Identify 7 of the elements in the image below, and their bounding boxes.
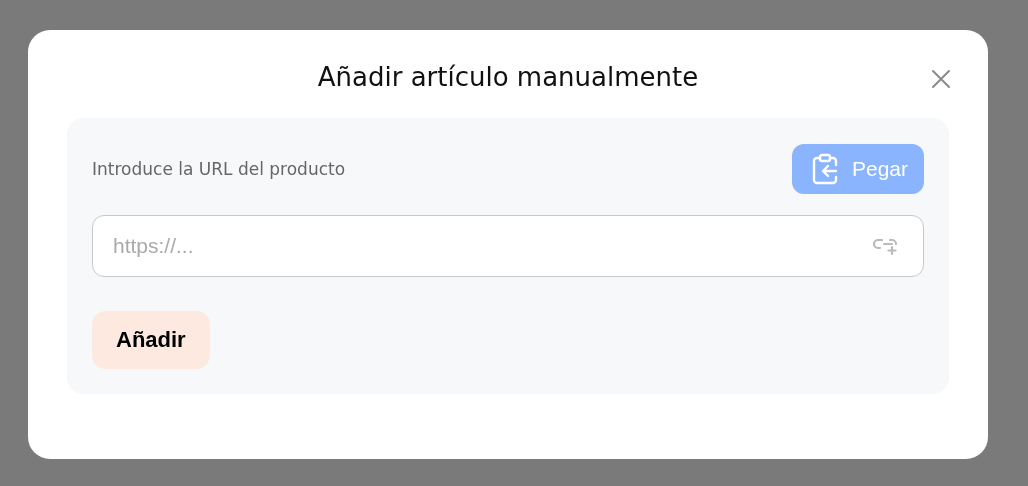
url-input-field[interactable]: https://... bbox=[92, 215, 924, 277]
dialog-title: Añadir artículo manualmente bbox=[317, 62, 699, 92]
url-label: Introduce la URL del producto bbox=[92, 159, 346, 179]
close-icon[interactable] bbox=[931, 69, 951, 89]
add-button[interactable]: Añadir bbox=[92, 311, 210, 369]
clipboard-icon bbox=[811, 153, 838, 185]
link-add-icon bbox=[872, 236, 900, 256]
